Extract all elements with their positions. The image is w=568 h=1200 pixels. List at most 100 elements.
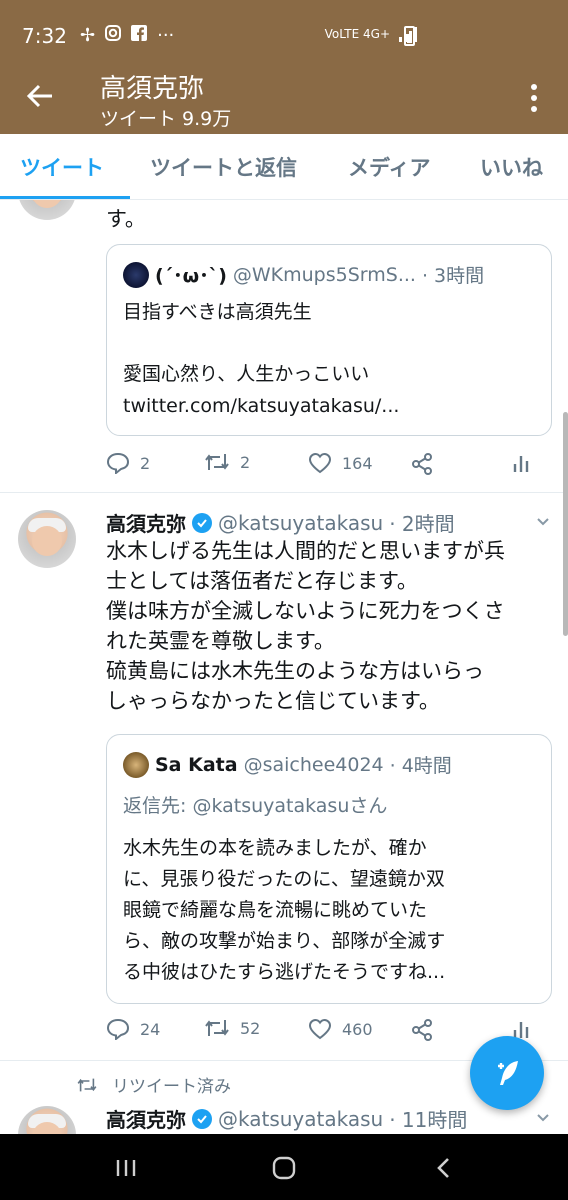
quoted-tweet-time: · 3時間 (421, 265, 485, 287)
page-title: 高須克弥 (100, 74, 205, 104)
share-button[interactable] (410, 1018, 434, 1042)
like-count: 460 (342, 1019, 373, 1039)
avatar[interactable] (18, 200, 76, 220)
retweet-icon (205, 1020, 229, 1036)
retweet-button[interactable]: 2 (204, 452, 250, 472)
home-button[interactable] (264, 1148, 304, 1188)
analytics-button[interactable] (512, 452, 530, 474)
avatar[interactable] (18, 1106, 76, 1134)
tweet-body: 水木しげる先生は人間的だと思いますが兵 士としては落伍者だと存じます。 僕は味方… (106, 536, 505, 716)
reply-count: 2 (140, 453, 151, 473)
retweet-count: 2 (240, 452, 251, 472)
analytics-icon (513, 456, 529, 472)
compose-feather-icon (498, 1061, 518, 1085)
verified-badge-icon (192, 512, 212, 533)
back-arrow-icon (26, 84, 52, 108)
kebab-dot (531, 84, 537, 90)
like-button[interactable]: 164 (308, 452, 373, 474)
tab-tweets-and-replies[interactable]: ツイートと返信 (150, 152, 297, 182)
tweet-count: ツイート 9.9万 (100, 108, 232, 130)
reply-button[interactable]: 24 (106, 1018, 160, 1040)
share-button[interactable] (410, 452, 434, 476)
heart-icon (308, 1018, 332, 1040)
retweet-button[interactable]: 52 (204, 1018, 260, 1038)
author-handle: @katsuyatakasu (218, 1106, 384, 1131)
tab-likes[interactable]: いいね (480, 152, 543, 182)
quoted-tweet-line: 水木先生の本を読みましたが、確か (123, 837, 427, 859)
compose-tweet-button[interactable] (470, 1036, 544, 1110)
like-button[interactable]: 460 (308, 1018, 373, 1040)
tweet-time: · 11時間 (389, 1108, 468, 1132)
author-name[interactable]: 高須克弥 (106, 1104, 186, 1133)
quoted-tweet-link[interactable]: twitter.com/katsuyatakasu/... (123, 391, 399, 422)
quoted-tweet-line: に、見張り役だったのに、望遠鏡か双 (123, 868, 445, 890)
reply-icon (106, 1018, 130, 1040)
quoted-tweet[interactable]: Sa Kata @saichee4024 · 4時間 返信先: @katsuya… (106, 734, 552, 1004)
status-notification-icons: ✢ ··· (80, 25, 174, 46)
back-button[interactable] (22, 78, 58, 114)
tweet-actions: 2 2 164 (106, 452, 546, 482)
tweet-menu-button[interactable] (536, 1110, 550, 1124)
profile-tabs: ツイート ツイートと返信 メディア いいね (0, 134, 568, 200)
avatar[interactable] (18, 510, 76, 568)
system-navigation-bar (0, 1134, 568, 1200)
reply-to-label: 返信先: @katsuyatakasuさん (123, 795, 388, 817)
chevron-left-icon (437, 1158, 449, 1178)
recent-apps-button[interactable] (106, 1148, 146, 1188)
app-header: 7:32 ✢ ··· VoLTE 4G+ 高須克弥 ツイート 9.9万 (0, 0, 568, 134)
scrollbar[interactable] (563, 412, 568, 636)
avatar (123, 751, 149, 778)
retweet-count: 52 (240, 1018, 261, 1038)
tweet-line: 士としては落伍者だと存じます。 (106, 569, 418, 593)
quoted-tweet-line: ら、敵の攻撃が始まり、部隊が全滅す (123, 930, 446, 952)
share-icon (412, 1019, 432, 1041)
retweeted-indicator: リツイート済み (76, 1072, 231, 1097)
quoted-author-name: Sa Kata (155, 753, 238, 776)
pinwheel-icon: ✢ (80, 25, 96, 46)
tweet-line: しゃっらなかったと信じています。 (106, 689, 440, 713)
tweet-text: す。 (106, 207, 146, 231)
kebab-dot (531, 95, 537, 101)
quoted-tweet-body: 水木先生の本を読みましたが、確か に、見張り役だったのに、望遠鏡か双 眼鏡で綺麗… (123, 833, 445, 988)
quoted-tweet-line: 目指すべきは高須先生 (123, 301, 312, 323)
author-name[interactable]: 高須克弥 (106, 508, 186, 537)
tweet-divider (0, 492, 568, 493)
active-tab-indicator (0, 196, 130, 199)
retweet-icon (205, 454, 229, 470)
tweet-line: 水木しげる先生は人間的だと思いますが兵 (106, 539, 505, 563)
recent-apps-icon (116, 1160, 136, 1176)
tweet-feed[interactable]: す。 (´･ω･`) @WKmups5SrmS... · 3時間 目指すべきは高… (0, 200, 568, 1134)
quoted-tweet-header: Sa Kata @saichee4024 · 4時間 (123, 751, 452, 778)
status-time: 7:32 (22, 24, 67, 48)
quoted-author-handle: @WKmups5SrmS... (232, 263, 416, 286)
reply-count: 24 (140, 1019, 161, 1039)
kebab-dot (531, 106, 537, 112)
tweet-actions: 24 52 460 (106, 1018, 546, 1048)
instagram-icon (105, 25, 122, 46)
tab-media[interactable]: メディア (348, 152, 431, 182)
tweet-menu-button[interactable] (536, 514, 550, 528)
back-nav-button[interactable] (424, 1148, 464, 1188)
quoted-tweet[interactable]: (´･ω･`) @WKmups5SrmS... · 3時間 目指すべきは高須先生… (106, 244, 552, 436)
retweet-icon (77, 1078, 97, 1091)
share-icon (412, 453, 432, 475)
tweet-header: 高須克弥 @katsuyatakasu · 2時間 (106, 508, 455, 537)
chevron-down-icon (537, 518, 549, 526)
tweet-header: 高須克弥 @katsuyatakasu · 11時間 (106, 1104, 467, 1133)
quoted-tweet-line: 愛国心然り、人生かっこいい (123, 363, 370, 385)
tweet-line: れた英霊を尊敬します。 (106, 629, 335, 653)
status-bar: 7:32 ✢ ··· VoLTE 4G+ (0, 0, 568, 70)
quoted-tweet-header: (´･ω･`) @WKmups5SrmS... · 3時間 (123, 261, 484, 288)
quoted-tweet-line: る中彼はひたすら逃げたそうですね... (123, 961, 446, 983)
verified-badge-icon (192, 1108, 212, 1129)
network-label: VoLTE 4G+ (324, 27, 390, 41)
more-dots-icon: ··· (157, 25, 175, 46)
tab-tweets[interactable]: ツイート (20, 152, 104, 182)
battery-icon (404, 26, 415, 46)
facebook-icon (131, 25, 148, 46)
chevron-down-icon (537, 1114, 549, 1122)
overflow-menu-button[interactable] (522, 80, 546, 116)
tweet-line: 僕は味方が全滅しないように死力をつくさ (106, 599, 505, 623)
reply-button[interactable]: 2 (106, 452, 150, 474)
quoted-author-handle: @saichee4024 (243, 753, 384, 776)
